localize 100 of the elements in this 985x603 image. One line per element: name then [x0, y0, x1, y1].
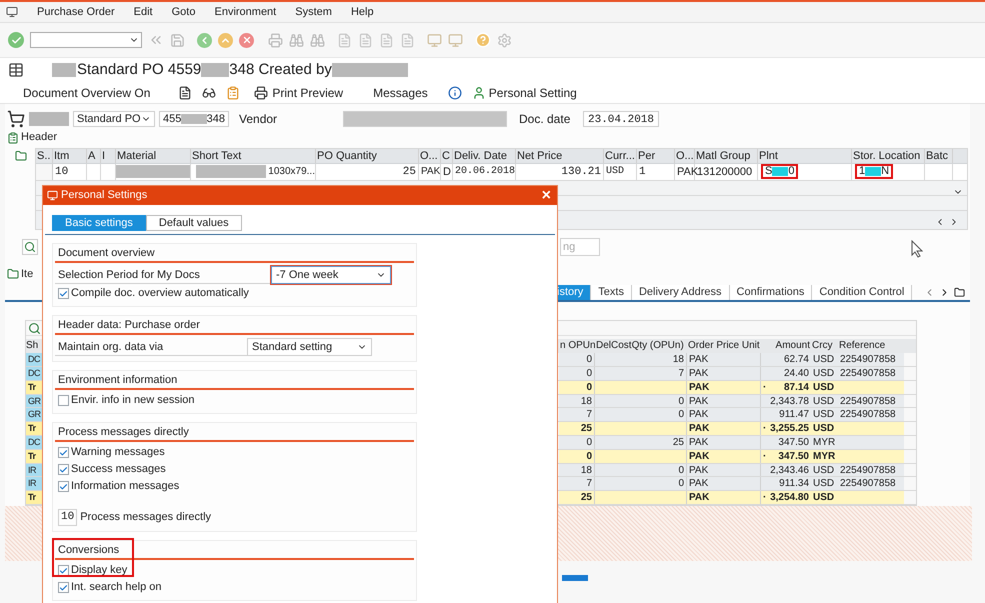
table-cell-text: 2,343.46	[769, 464, 810, 476]
checkbox-label: Envir. info in new session	[71, 393, 195, 408]
table-cell-text: ·	[762, 450, 767, 463]
table-cell: DC	[26, 367, 42, 380]
field-label: Maintain org. data via	[55, 338, 247, 356]
table-cell: 0	[559, 367, 595, 380]
checkbox-label: Information messages	[71, 479, 180, 494]
table-cell: 25	[559, 422, 595, 436]
table-cell-text: USD	[812, 353, 836, 366]
table-cell: 130.21	[516, 164, 604, 180]
table-cell: PAK	[687, 464, 761, 476]
table-cell: 1 N	[855, 164, 894, 180]
table-cell: PAK	[687, 367, 761, 380]
table-cell: 0	[559, 436, 595, 449]
table-cell: DC	[26, 436, 42, 449]
checkbox-label: Warning messages	[71, 445, 165, 460]
table-cell-text: 24.40	[782, 367, 810, 380]
checkbox-label: Success messages	[71, 462, 166, 478]
table-cell: 0	[595, 464, 687, 476]
group-title: Environment information	[55, 373, 414, 390]
section-label: Header	[21, 130, 58, 146]
table-cell-text: 62.74	[782, 353, 810, 366]
table-cell: 0	[559, 353, 595, 366]
table-cell: Tr	[26, 491, 42, 504]
table-cell-text: USD	[812, 422, 836, 436]
table-cell-text: 2254907858	[839, 353, 897, 366]
table-cell: 7	[559, 408, 595, 422]
table-cell-text: 911.34	[778, 477, 810, 490]
table-cell: PAK	[687, 422, 761, 436]
group-title: Process messages directly	[55, 425, 414, 442]
table-cell: 0	[595, 477, 687, 490]
table-cell-text: USD	[812, 394, 836, 408]
table-cell: IR	[26, 464, 42, 476]
table-cell-text: 911.47	[778, 408, 810, 422]
table-cell: 18	[559, 394, 595, 408]
table-cell-text: MYR	[812, 450, 836, 463]
table-cell: 7	[595, 367, 687, 380]
table-cell: GR	[26, 408, 42, 422]
table-cell: 7	[559, 477, 595, 490]
table-cell: PAK	[687, 408, 761, 422]
table-cell-text: ·	[762, 491, 767, 504]
field-label: Process messages directly	[80, 510, 212, 525]
table-cell: 25	[595, 436, 687, 449]
checkbox-label: Compile doc. overview automatically	[71, 286, 249, 302]
doc-date-label: Doc. date	[519, 110, 572, 128]
table-cell: PAK	[687, 491, 761, 504]
table-cell-text: USD	[812, 367, 836, 380]
table-cell-text: ·	[762, 380, 767, 394]
table-cell: PAK	[687, 477, 761, 490]
table-cell: S 0	[761, 164, 798, 180]
table-cell: 25	[316, 164, 419, 180]
table-cell: Tr	[26, 380, 42, 394]
table-cell-text: 1030x79...	[268, 164, 315, 179]
table-cell-text: 2254907858	[839, 367, 897, 380]
table-cell: 0	[559, 380, 595, 394]
table-cell: 1	[637, 164, 675, 180]
table-cell-text: 87.14	[782, 380, 810, 394]
table-cell-text: ·	[762, 422, 767, 436]
group-title: Header data: Purchase order	[55, 318, 414, 335]
table-cell: PAK	[687, 450, 761, 463]
table-cell-text: 2,343.78	[769, 394, 810, 408]
table-cell: PAK	[419, 164, 441, 180]
table-cell: PAK	[687, 380, 761, 394]
table-cell: PAK	[687, 436, 761, 449]
table-cell: 18	[595, 353, 687, 366]
table-cell: IR	[26, 477, 42, 490]
table-cell: PAK	[687, 394, 761, 408]
table-cell: 20.06.2018	[453, 164, 516, 180]
table-cell-text: MYR	[812, 436, 836, 449]
table-cell: GR	[26, 394, 42, 408]
table-cell: USD	[604, 164, 637, 180]
table-cell: PAK	[687, 353, 761, 366]
table-cell: 0	[595, 394, 687, 408]
table-cell: D	[441, 164, 453, 180]
table-cell-text: 3,255.25	[769, 422, 810, 436]
vendor-label: Vendor	[239, 110, 278, 128]
table-cell: 0	[559, 450, 595, 463]
table-cell: 0	[595, 408, 687, 422]
checkbox-label: Int. search help on	[71, 580, 162, 596]
checkbox-label: Display key	[71, 563, 128, 578]
table-cell-text: USD	[812, 464, 836, 476]
table-cell-text: 347.50	[777, 450, 810, 463]
table-cell-text: 2254907858	[839, 464, 897, 476]
table-cell: DC	[26, 353, 42, 366]
table-cell-text: 2254907858	[839, 477, 897, 490]
table-cell-text: USD	[812, 408, 836, 422]
group-title: Document overview	[55, 246, 414, 263]
screen-title: 348 Created by	[229, 60, 332, 80]
table-cell-text: USD	[812, 477, 836, 490]
table-cell-text: USD	[812, 380, 836, 394]
table-cell: 10	[53, 164, 87, 180]
table-cell-text: USD	[812, 491, 836, 504]
table-cell-text: 347.50	[777, 436, 810, 449]
group-title: Conversions	[55, 543, 414, 560]
table-cell: Tr	[26, 422, 42, 436]
section-label: Ite	[21, 266, 34, 282]
table-cell-text: 2254907858	[839, 408, 897, 422]
dialog-title: Personal Settings	[61, 188, 148, 204]
screen-title: Standard PO 4559	[77, 60, 202, 80]
table-cell: Tr	[26, 450, 42, 463]
